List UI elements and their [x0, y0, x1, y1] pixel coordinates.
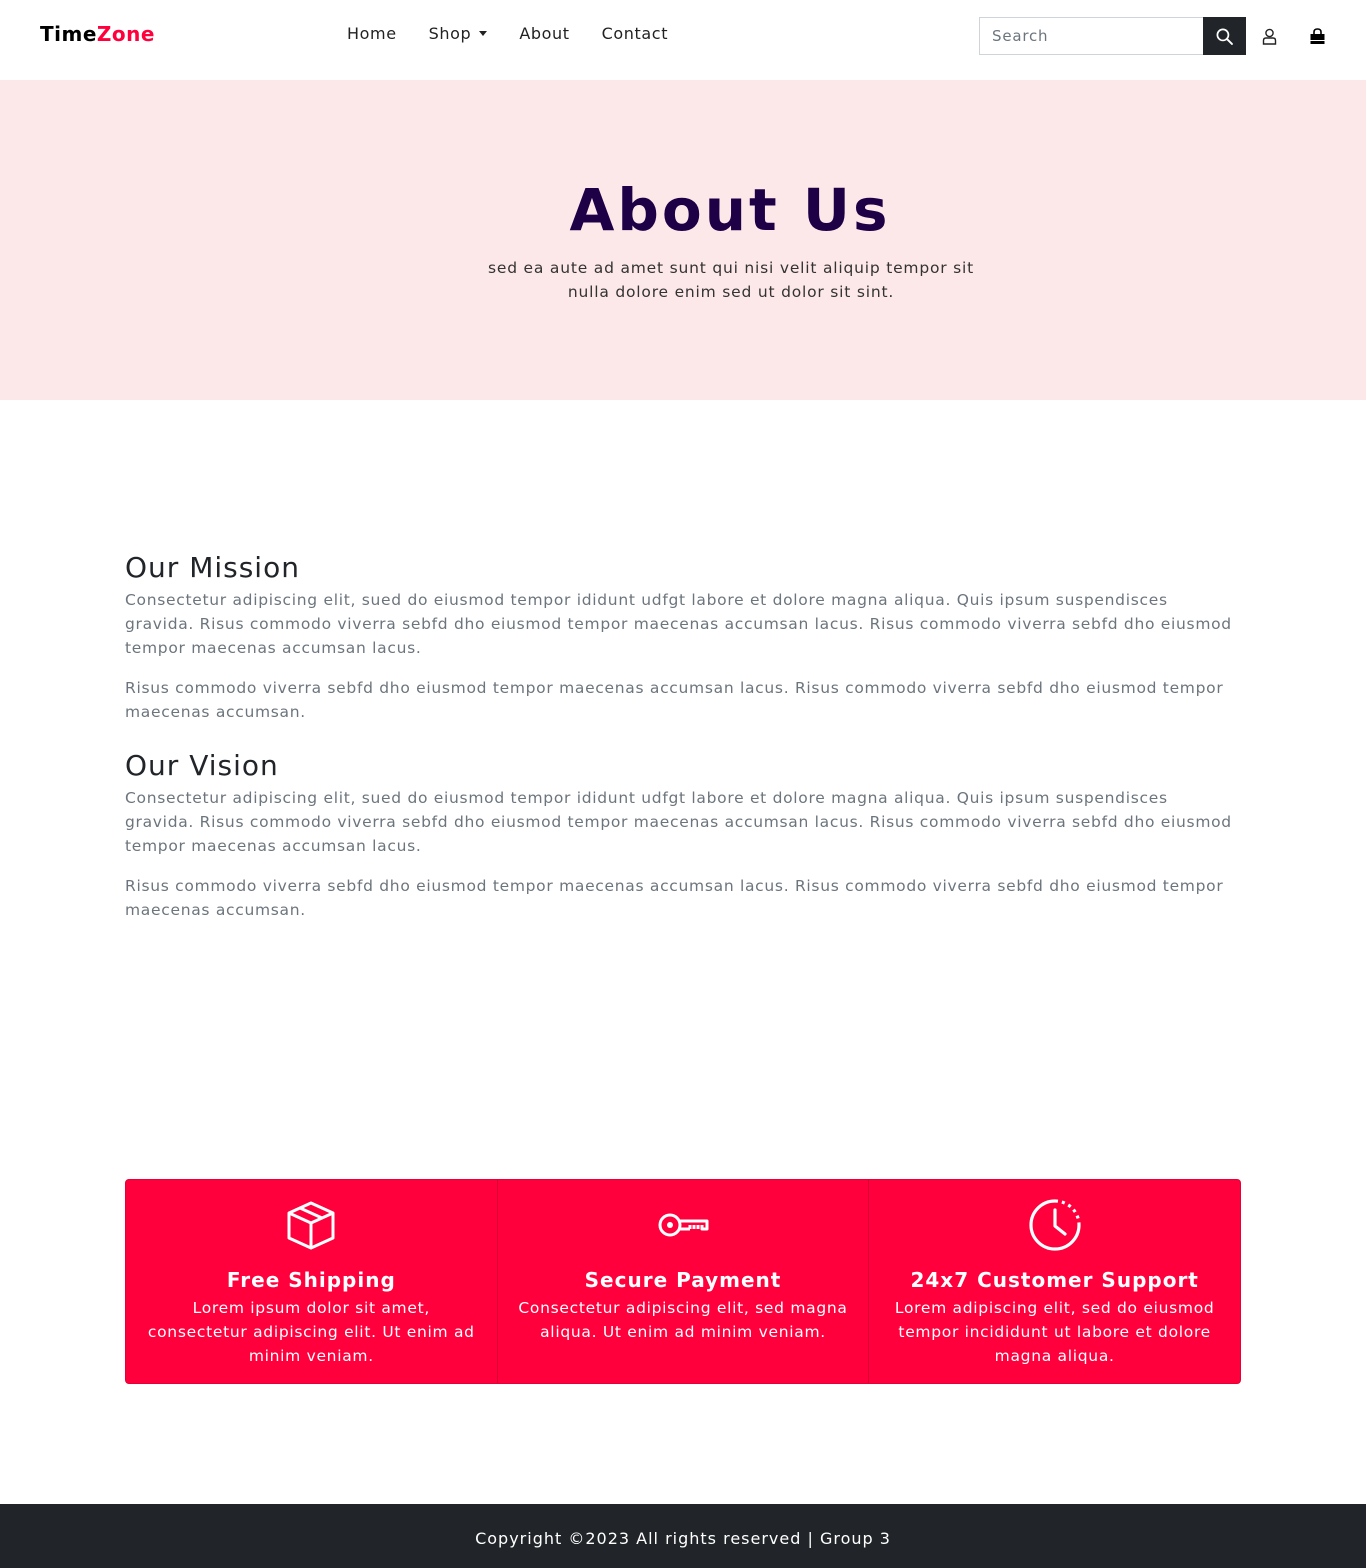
cart-button[interactable] — [1305, 24, 1329, 48]
brand-name-part1: Time — [40, 22, 97, 46]
feature-title: Free Shipping — [226, 1268, 396, 1292]
page-title: About Us — [569, 176, 891, 244]
mission-paragraph-2: Risus commodo viverra sebfd dho eiusmod … — [125, 679, 1224, 721]
feature-secure-payment: Secure Payment Consectetur adipiscing el… — [496, 1180, 869, 1383]
feature-text: Lorem adipiscing elit, sed do eiusmod te… — [894, 1299, 1215, 1365]
search-input[interactable] — [979, 17, 1203, 55]
mission-paragraph-1: Consectetur adipiscing elit, sued do eiu… — [125, 591, 1232, 657]
hero-subtitle: sed ea aute ad amet sunt qui nisi velit … — [487, 259, 975, 301]
about-content: Our Mission Consectetur adipiscing elit,… — [125, 550, 1241, 946]
nav-item-about[interactable]: About — [503, 24, 585, 43]
box-icon — [287, 1201, 335, 1250]
search-icon — [1216, 28, 1233, 45]
brand-logo[interactable]: TimeZone — [40, 22, 155, 46]
copyright-text: Copyright ©2023 All rights reserved | Gr… — [475, 1529, 891, 1548]
shopping-bag-icon — [1310, 27, 1324, 44]
footer: Copyright ©2023 All rights reserved | Gr… — [0, 1504, 1366, 1568]
mission-title: Our Mission — [125, 551, 300, 584]
features-bar: Free Shipping Lorem ipsum dolor sit amet… — [125, 1179, 1241, 1384]
caret-down-icon — [479, 31, 488, 36]
hero-banner: About Us sed ea aute ad amet sunt qui ni… — [0, 80, 1366, 400]
brand-name-part2: Zone — [96, 22, 155, 46]
feature-free-shipping: Free Shipping Lorem ipsum dolor sit amet… — [126, 1180, 497, 1383]
feature-text: Consectetur adipiscing elit, sed magna a… — [518, 1299, 848, 1341]
nav-item-about-label: About — [519, 24, 570, 43]
nav-item-contact[interactable]: Contact — [586, 24, 684, 43]
nav-menu: Home Shop About Contact — [331, 24, 684, 43]
user-icon — [1262, 28, 1276, 45]
account-button[interactable] — [1257, 24, 1281, 48]
feature-title: Secure Payment — [584, 1268, 782, 1292]
vision-title: Our Vision — [125, 749, 279, 782]
navbar: TimeZone Home Shop About Contact — [0, 0, 1366, 80]
search-form — [979, 17, 1246, 55]
vision-paragraph-2: Risus commodo viverra sebfd dho eiusmod … — [125, 877, 1224, 919]
search-button[interactable] — [1203, 17, 1246, 55]
nav-item-shop-label: Shop — [428, 24, 472, 43]
feature-title: 24x7 Customer Support — [910, 1268, 1199, 1292]
nav-item-home-label: Home — [347, 24, 397, 43]
feature-customer-support: 24x7 Customer Support Lorem adipiscing e… — [868, 1180, 1240, 1383]
vision-paragraph-1: Consectetur adipiscing elit, sued do eiu… — [125, 789, 1232, 855]
nav-item-contact-label: Contact — [601, 24, 669, 43]
key-icon — [658, 1213, 709, 1237]
clock-icon — [1029, 1199, 1081, 1251]
nav-item-home[interactable]: Home — [331, 24, 413, 43]
feature-text: Lorem ipsum dolor sit amet, consectetur … — [147, 1299, 475, 1365]
nav-item-shop-dropdown[interactable]: Shop — [413, 24, 504, 43]
